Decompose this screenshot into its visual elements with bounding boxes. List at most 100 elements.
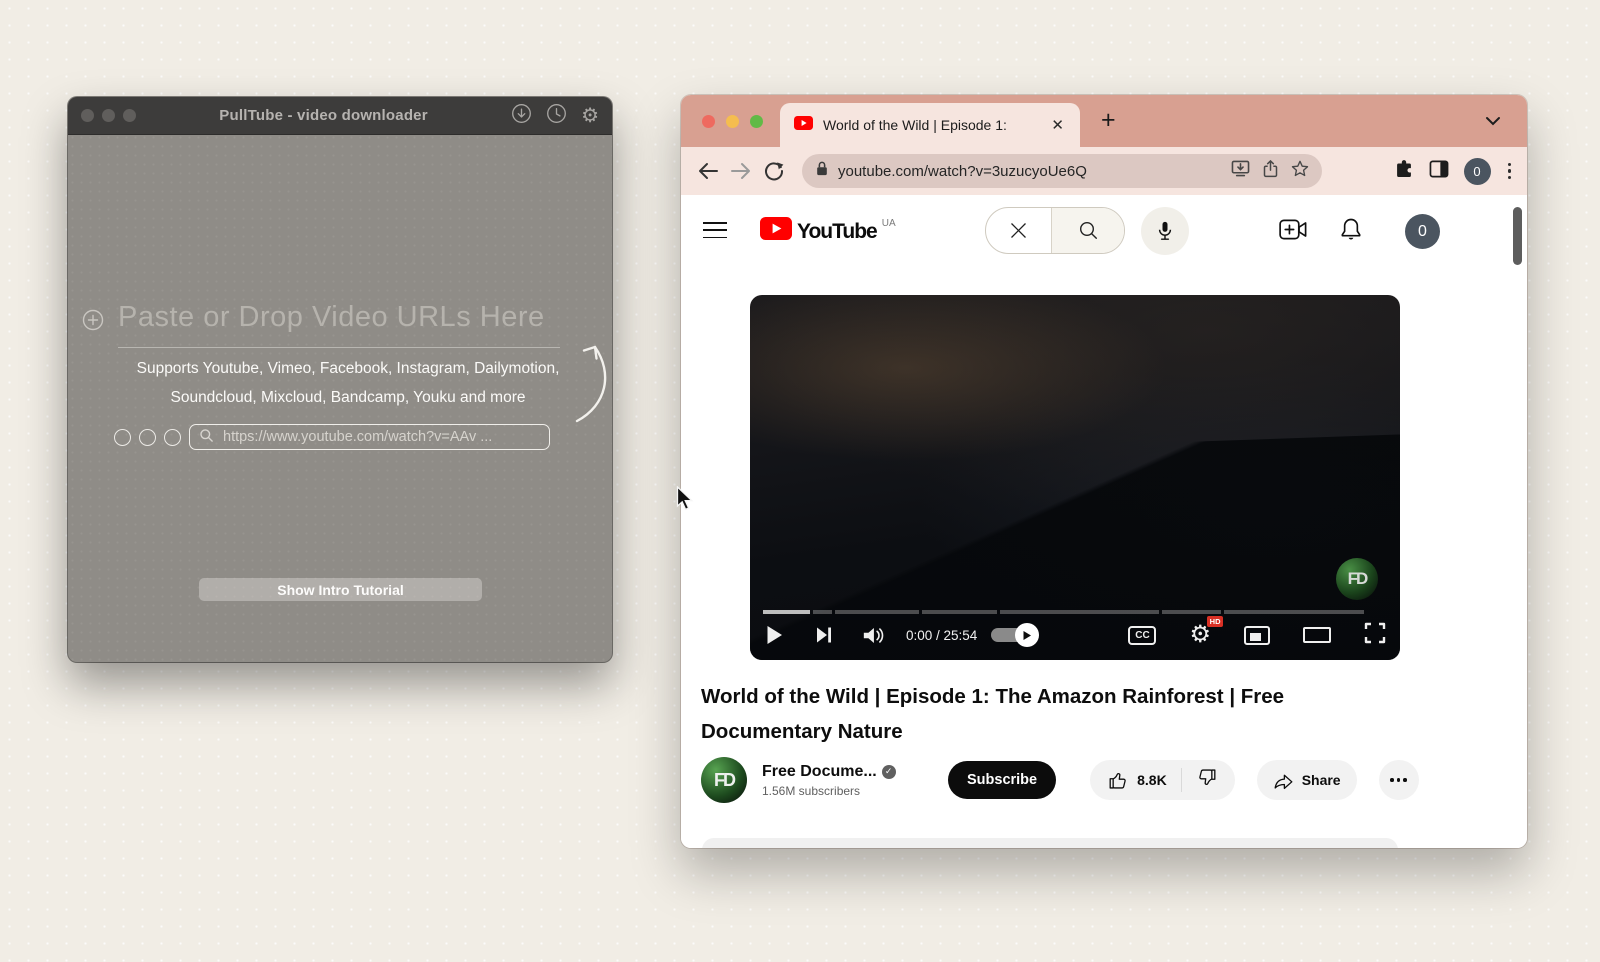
search-icon xyxy=(199,428,214,447)
share-icon[interactable] xyxy=(1263,160,1278,183)
pulltube-minimize-button[interactable] xyxy=(102,109,115,122)
browser-window: World of the Wild | Episode 1: ✕ + xyxy=(681,95,1527,848)
browser-tab-strip[interactable]: World of the Wild | Episode 1: ✕ + xyxy=(681,95,1527,147)
fullscreen-button[interactable] xyxy=(1364,622,1386,649)
player-settings-gear-icon[interactable]: ⚙ HD xyxy=(1189,623,1211,647)
time-display: 0:00 / 25:54 xyxy=(906,628,977,643)
lock-icon[interactable] xyxy=(815,160,829,182)
thumb-down-icon xyxy=(1196,767,1217,788)
volume-icon[interactable] xyxy=(862,626,884,645)
forward-button[interactable] xyxy=(728,162,754,180)
url-input[interactable]: https://www.youtube.com/watch?v=AAv ... xyxy=(189,424,550,450)
verified-badge-icon: ✓ xyxy=(882,765,896,779)
drop-zone-placeholder[interactable]: Paste or Drop Video URLs Here xyxy=(118,301,560,334)
autoplay-toggle[interactable] xyxy=(991,628,1037,642)
extensions-puzzle-icon[interactable] xyxy=(1394,159,1414,184)
progress-segment[interactable] xyxy=(1000,610,1159,614)
video-title-line2: Documentary Nature xyxy=(701,714,1381,749)
like-dislike-pill: 8.8K xyxy=(1090,760,1235,800)
create-video-icon[interactable] xyxy=(1279,219,1307,245)
pulltube-window-title: PullTube - video downloader xyxy=(144,107,503,124)
show-intro-tutorial-button[interactable]: Show Intro Tutorial xyxy=(199,578,482,601)
miniplayer-button[interactable] xyxy=(1244,626,1270,645)
supported-sites-text: Supports Youtube, Vimeo, Facebook, Insta… xyxy=(98,355,598,412)
url-text[interactable]: youtube.com/watch?v=3uzucyoUe6Q xyxy=(838,163,1222,180)
video-title-line1: World of the Wild | Episode 1: The Amazo… xyxy=(701,679,1381,714)
next-button[interactable] xyxy=(816,626,832,644)
video-actions-row: FD Free Docume... ✓ 1.56M subscribers Su… xyxy=(701,751,1509,809)
downloads-icon[interactable] xyxy=(511,103,532,129)
add-url-icon[interactable] xyxy=(82,309,104,336)
subtitles-cc-button[interactable]: CC xyxy=(1128,626,1156,645)
pulltube-titlebar[interactable]: PullTube - video downloader ⚙ xyxy=(68,97,612,135)
url-input-value: https://www.youtube.com/watch?v=AAv ... xyxy=(223,429,492,445)
youtube-logo-text: YouTube xyxy=(797,217,877,247)
window-zoom-button[interactable] xyxy=(750,115,763,128)
play-button[interactable] xyxy=(766,625,783,645)
more-actions-button[interactable] xyxy=(1379,760,1419,800)
address-bar[interactable]: youtube.com/watch?v=3uzucyoUe6Q xyxy=(802,154,1322,188)
like-button[interactable]: 8.8K xyxy=(1094,770,1181,791)
progress-segment[interactable] xyxy=(1224,610,1364,614)
tab-search-chevron-icon[interactable] xyxy=(1485,113,1501,131)
new-tab-button[interactable]: + xyxy=(1101,106,1116,135)
notifications-bell-icon[interactable] xyxy=(1339,217,1363,248)
option-dot-1[interactable] xyxy=(114,429,131,446)
back-button[interactable] xyxy=(695,162,721,180)
history-icon[interactable] xyxy=(546,103,567,129)
option-dot-2[interactable] xyxy=(139,429,156,446)
hd-quality-badge: HD xyxy=(1207,616,1223,627)
option-dot-3[interactable] xyxy=(164,429,181,446)
tab-close-icon[interactable]: ✕ xyxy=(1049,116,1066,134)
description-box[interactable] xyxy=(702,838,1398,848)
subscribe-button[interactable]: Subscribe xyxy=(948,761,1056,799)
youtube-play-icon xyxy=(760,217,792,240)
search-clear-button[interactable] xyxy=(986,208,1052,253)
settings-gear-icon[interactable]: ⚙ xyxy=(581,106,599,126)
share-arrow-icon xyxy=(1273,771,1294,790)
player-progress-bar[interactable] xyxy=(763,610,1387,614)
progress-segment[interactable] xyxy=(835,610,919,614)
account-avatar[interactable]: 0 xyxy=(1405,214,1440,249)
like-count: 8.8K xyxy=(1137,772,1167,788)
dislike-button[interactable] xyxy=(1182,767,1231,793)
bookmark-star-icon[interactable] xyxy=(1291,160,1309,182)
progress-segment[interactable] xyxy=(763,610,810,614)
pulltube-window: PullTube - video downloader ⚙ Paste or D… xyxy=(68,97,612,662)
channel-watermark[interactable]: FD xyxy=(1336,558,1378,600)
youtube-logo[interactable]: YouTube UA xyxy=(760,217,896,247)
curved-arrow-annotation xyxy=(573,339,619,430)
search-submit-button[interactable] xyxy=(1052,208,1124,253)
supported-sites-line2: Soundcloud, Mixcloud, Bandcamp, Youku an… xyxy=(98,384,598,413)
share-button[interactable]: Share xyxy=(1257,760,1357,800)
channel-avatar[interactable]: FD xyxy=(701,757,747,803)
progress-segment[interactable] xyxy=(922,610,997,614)
channel-subscribers: 1.56M subscribers xyxy=(762,784,930,798)
mouse-cursor xyxy=(676,486,696,517)
page-scrollbar-thumb[interactable] xyxy=(1513,207,1522,265)
youtube-header: YouTube UA xyxy=(681,195,1527,267)
browser-menu-kebab-icon[interactable] xyxy=(1506,161,1514,182)
browser-tab-active[interactable]: World of the Wild | Episode 1: ✕ xyxy=(780,103,1080,147)
share-label: Share xyxy=(1302,772,1341,788)
browser-toolbar: youtube.com/watch?v=3uzucyoUe6Q xyxy=(681,147,1527,195)
window-minimize-button[interactable] xyxy=(726,115,739,128)
desktop: PullTube - video downloader ⚙ Paste or D… xyxy=(0,0,1600,962)
channel-name[interactable]: Free Docume... xyxy=(762,763,877,781)
guide-hamburger-icon[interactable] xyxy=(703,222,727,238)
side-panel-icon[interactable] xyxy=(1429,160,1449,183)
install-app-icon[interactable] xyxy=(1231,160,1250,182)
youtube-page: YouTube UA xyxy=(681,195,1527,848)
pulltube-close-button[interactable] xyxy=(81,109,94,122)
progress-segment[interactable] xyxy=(813,610,832,614)
theater-mode-button[interactable] xyxy=(1303,627,1331,643)
video-title: World of the Wild | Episode 1: The Amazo… xyxy=(701,679,1381,749)
browser-profile-avatar[interactable]: 0 xyxy=(1464,158,1491,185)
pulltube-zoom-button[interactable] xyxy=(123,109,136,122)
video-player[interactable]: FD 0:00 / 25:54 xyxy=(750,295,1400,660)
window-close-button[interactable] xyxy=(702,115,715,128)
reload-button[interactable] xyxy=(761,161,787,181)
voice-search-button[interactable] xyxy=(1141,207,1189,255)
progress-segment[interactable] xyxy=(1162,610,1221,614)
tab-favicon-youtube-icon xyxy=(794,116,813,135)
